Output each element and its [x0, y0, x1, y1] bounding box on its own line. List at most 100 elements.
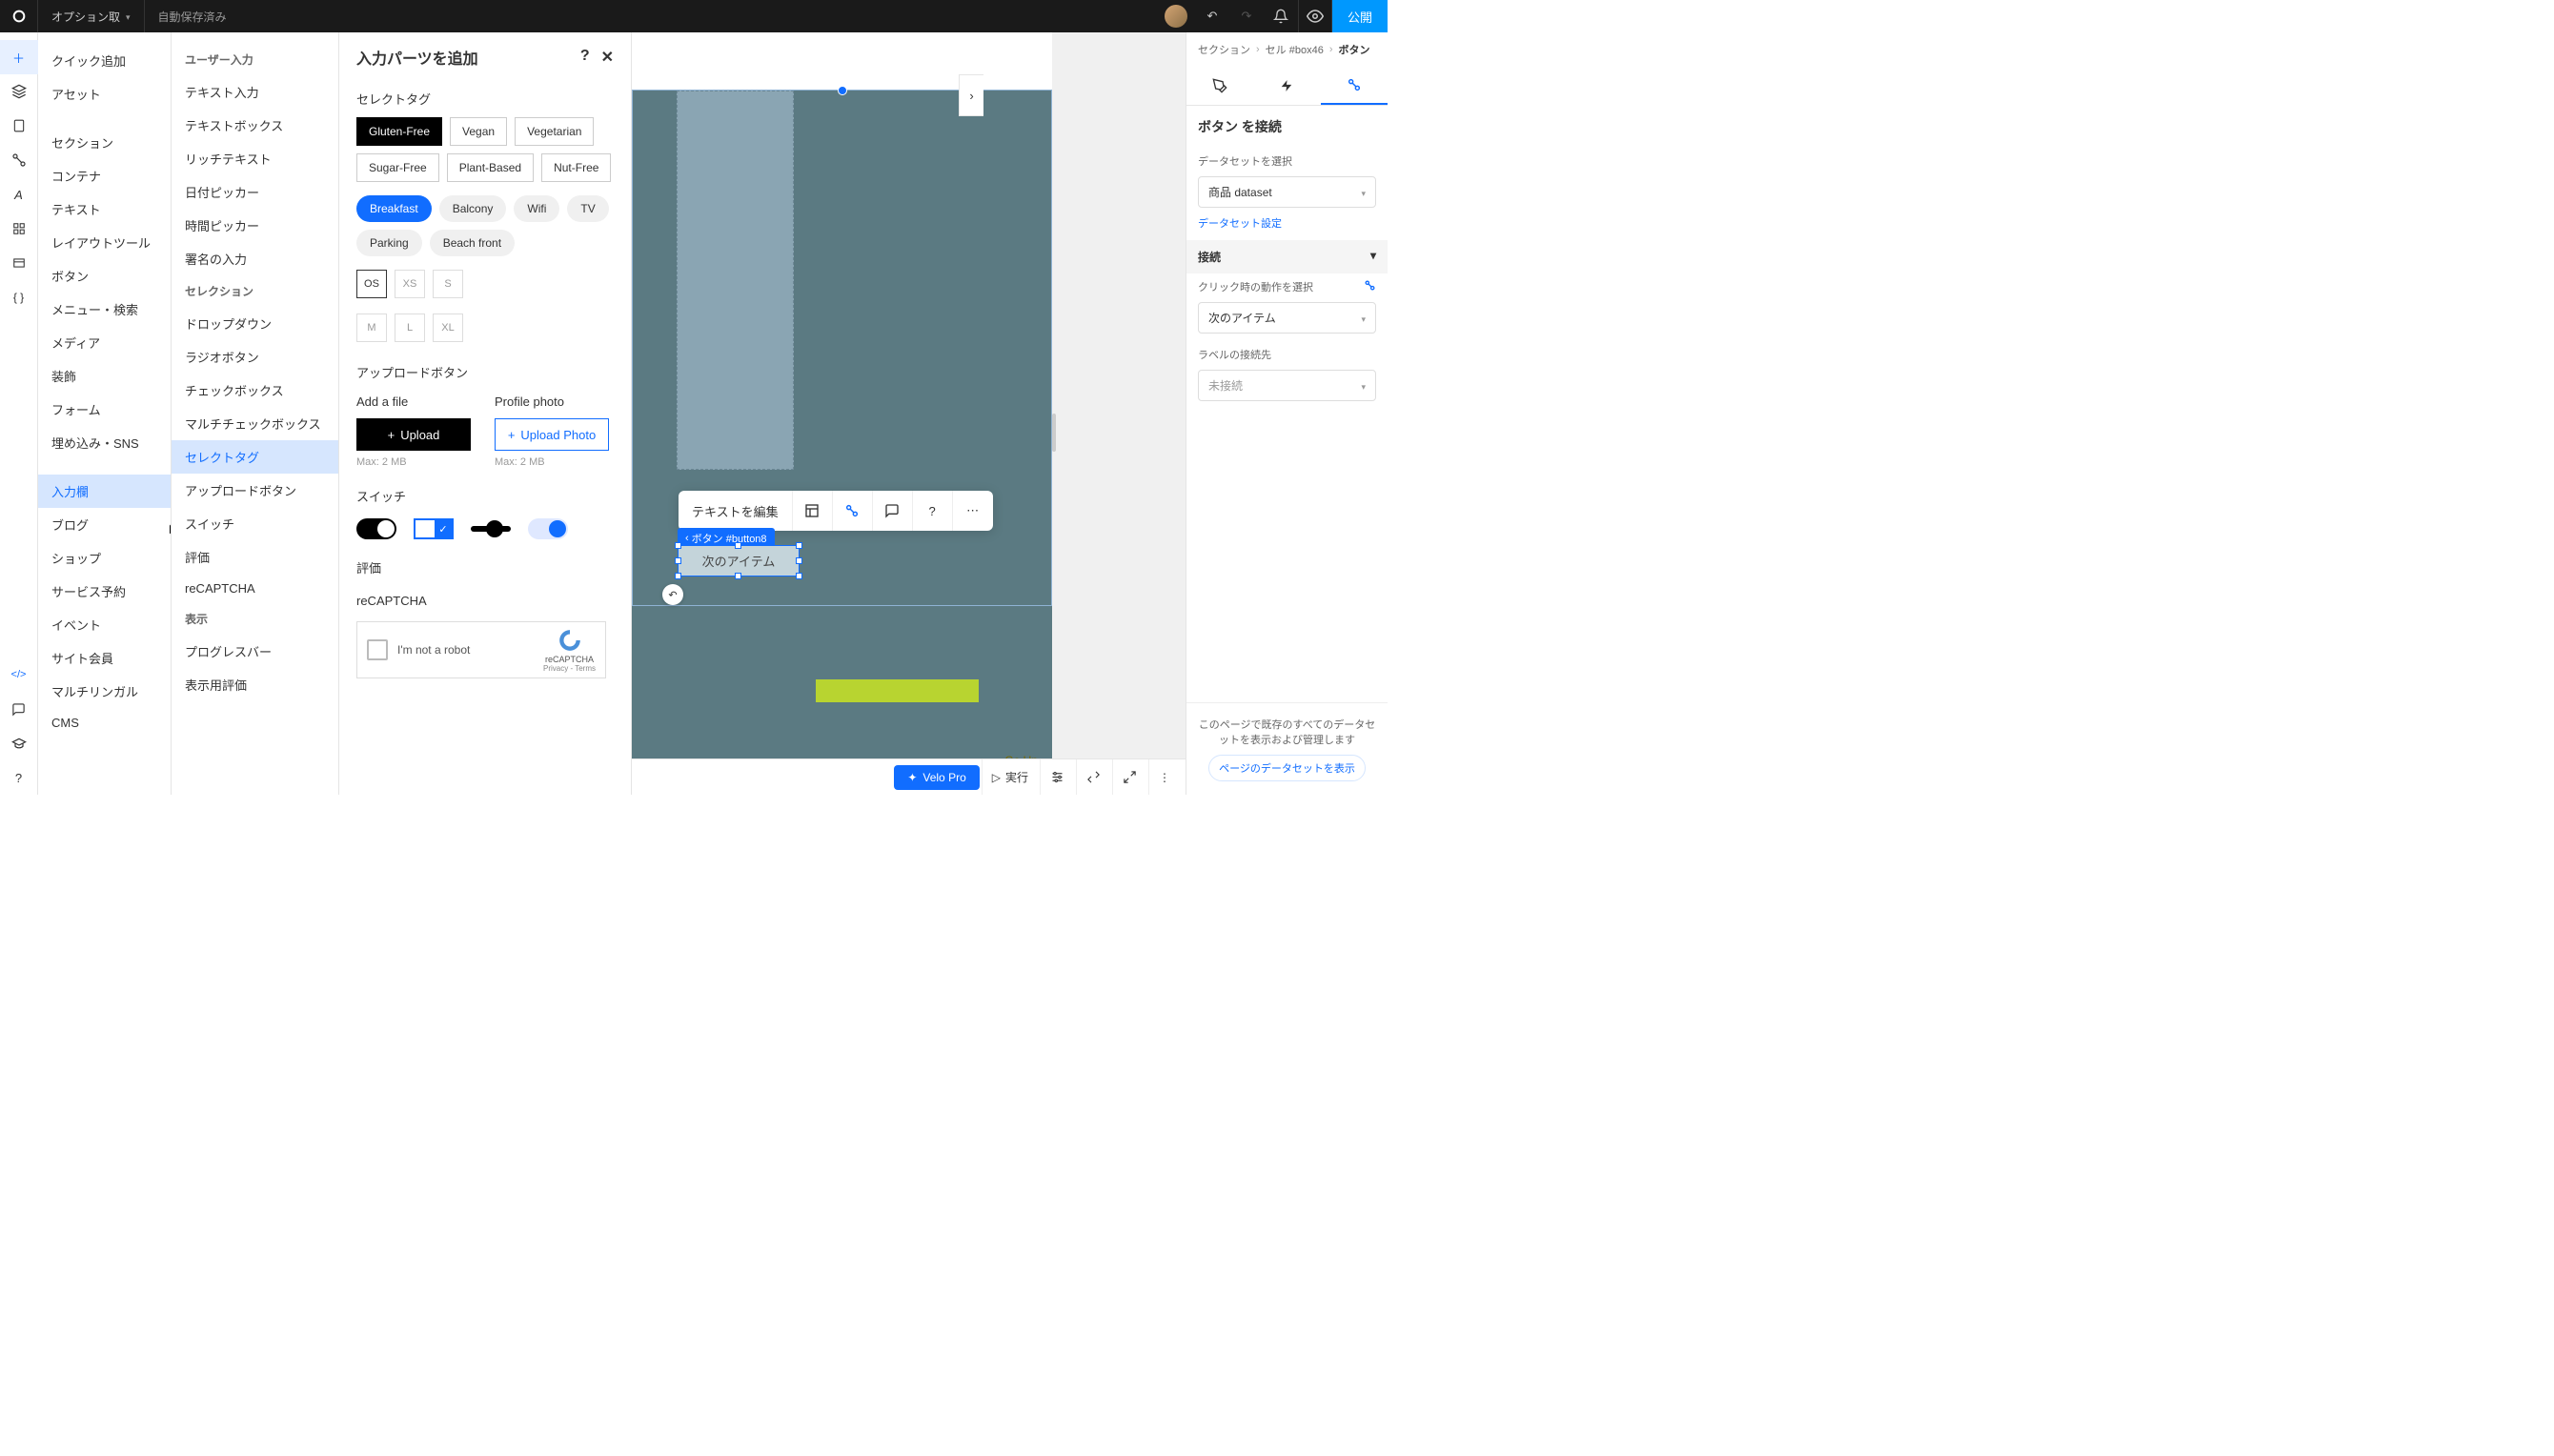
category-item[interactable]: イベント — [38, 608, 171, 641]
size-tag[interactable]: S — [433, 270, 463, 298]
category-item[interactable]: メディア — [38, 326, 171, 359]
switch-style-1[interactable] — [356, 518, 396, 539]
category-item[interactable]: メニュー・検索 — [38, 293, 171, 326]
size-tag[interactable]: M — [356, 313, 387, 342]
subcategory-item[interactable]: ドロップダウン — [172, 307, 338, 340]
connection-accordion[interactable]: 接続 ▾ — [1186, 240, 1388, 273]
rail-comment-icon[interactable] — [0, 692, 38, 726]
upload-photo-button[interactable]: + Upload Photo — [495, 418, 609, 451]
size-tag[interactable]: XS — [395, 270, 425, 298]
switch-style-2[interactable]: ✓ — [414, 518, 454, 539]
category-item[interactable]: CMS — [38, 708, 171, 738]
category-item[interactable]: テキスト — [38, 192, 171, 226]
select-tag[interactable]: Plant-Based — [447, 153, 534, 182]
category-item[interactable]: ブログ — [38, 508, 171, 541]
dataset-select[interactable]: 商品 dataset — [1198, 176, 1376, 208]
collapse-right-panel[interactable]: › — [959, 74, 983, 116]
rail-add-icon[interactable]: ＋ — [0, 40, 38, 74]
help-icon[interactable]: ? — [580, 48, 590, 67]
size-tag[interactable]: L — [395, 313, 425, 342]
switch-style-4[interactable] — [528, 518, 568, 539]
undo-circle-icon[interactable]: ↶ — [662, 584, 683, 605]
select-tag[interactable]: Vegetarian — [515, 117, 594, 146]
redo-icon[interactable]: ↷ — [1229, 0, 1264, 32]
switch-style-3[interactable] — [471, 526, 511, 532]
eye-icon[interactable] — [1298, 0, 1332, 32]
upload-file-button[interactable]: + Upload — [356, 418, 471, 451]
rail-learn-icon[interactable] — [0, 726, 38, 760]
selected-button-element[interactable]: 次のアイテム — [678, 545, 800, 576]
select-pill[interactable]: TV — [567, 195, 608, 222]
velo-pro-button[interactable]: ✦ Velo Pro — [894, 765, 979, 790]
size-tag[interactable]: OS — [356, 270, 387, 298]
category-item[interactable]: 入力欄 — [38, 475, 171, 508]
show-page-datasets-link[interactable]: ページのデータセットを表示 — [1208, 755, 1366, 781]
rail-data-icon[interactable] — [0, 246, 38, 280]
category-item[interactable]: ボタン — [38, 259, 171, 293]
logo-icon[interactable] — [0, 0, 38, 32]
select-pill[interactable]: Beach front — [430, 230, 515, 256]
breadcrumb-item[interactable]: セクション — [1198, 42, 1250, 57]
tab-animation-icon[interactable] — [1253, 67, 1320, 105]
option-dropdown[interactable]: オプション取 — [38, 0, 145, 32]
avatar[interactable] — [1165, 5, 1187, 28]
lime-element[interactable] — [816, 679, 979, 702]
select-pill[interactable]: Wifi — [514, 195, 559, 222]
comment-icon[interactable] — [873, 491, 913, 531]
select-pill[interactable]: Breakfast — [356, 195, 432, 222]
run-button[interactable]: ▷ 実行 — [982, 759, 1038, 795]
category-item[interactable]: セクション — [38, 126, 171, 159]
category-item[interactable]: マルチリンガル — [38, 675, 171, 708]
size-tag[interactable]: XL — [433, 313, 463, 342]
bell-icon[interactable] — [1264, 0, 1298, 32]
category-item[interactable]: アセット — [38, 77, 171, 111]
recaptcha-checkbox[interactable] — [367, 639, 388, 660]
rail-page-icon[interactable] — [0, 109, 38, 143]
close-icon[interactable]: ✕ — [601, 48, 614, 67]
tab-connect-icon[interactable] — [1321, 67, 1388, 105]
help-icon[interactable]: ? — [913, 491, 953, 531]
connect-small-icon[interactable] — [1364, 279, 1376, 294]
undo-icon[interactable]: ↶ — [1195, 0, 1229, 32]
category-item[interactable]: サイト会員 — [38, 641, 171, 675]
rail-dev-icon[interactable]: </> — [0, 657, 38, 692]
rail-layers-icon[interactable] — [0, 74, 38, 109]
select-pill[interactable]: Balcony — [439, 195, 507, 222]
subcategory-item[interactable]: アップロードボタン — [172, 474, 338, 507]
subcategory-item[interactable]: セレクトタグ — [172, 440, 338, 474]
rail-connect-icon[interactable] — [0, 143, 38, 177]
category-item[interactable]: 埋め込み・SNS — [38, 426, 171, 459]
dock-settings-icon[interactable] — [1040, 759, 1074, 795]
canvas-column[interactable] — [677, 91, 794, 470]
subcategory-item[interactable]: ラジオボタン — [172, 340, 338, 374]
click-action-select[interactable]: 次のアイテム — [1198, 302, 1376, 334]
dock-more-icon[interactable]: ⋮ — [1148, 759, 1180, 795]
rail-code-icon[interactable]: { } — [0, 280, 38, 314]
recaptcha-widget[interactable]: I'm not a robot reCAPTCHA Privacy - Term… — [356, 621, 606, 678]
select-pill[interactable]: Parking — [356, 230, 422, 256]
subcategory-item[interactable]: 署名の入力 — [172, 242, 338, 275]
subcategory-item[interactable]: プログレスバー — [172, 635, 338, 668]
category-item[interactable]: ショップ — [38, 541, 171, 575]
layout-icon[interactable] — [793, 491, 833, 531]
subcategory-item[interactable]: スイッチ — [172, 507, 338, 540]
tab-design-icon[interactable] — [1186, 67, 1253, 105]
subcategory-item[interactable]: マルチチェックボックス — [172, 407, 338, 440]
select-tag[interactable]: Nut-Free — [541, 153, 611, 182]
subcategory-item[interactable]: 表示用評価 — [172, 668, 338, 701]
select-tag[interactable]: Gluten-Free — [356, 117, 442, 146]
rail-grid-icon[interactable] — [0, 212, 38, 246]
subcategory-item[interactable]: 日付ピッカー — [172, 175, 338, 209]
category-item[interactable]: フォーム — [38, 393, 171, 426]
subcategory-item[interactable]: 評価 — [172, 540, 338, 574]
dock-expand-icon[interactable] — [1112, 759, 1146, 795]
dataset-settings-link[interactable]: データセット設定 — [1186, 215, 1388, 240]
canvas-area[interactable]: テキストを編集 ? ⋯ ‹ ボタン #button8 次のアイテム — [632, 32, 1186, 795]
connect-icon[interactable] — [833, 491, 873, 531]
dock-refresh-icon[interactable] — [1076, 759, 1110, 795]
more-icon[interactable]: ⋯ — [953, 491, 993, 531]
resize-handle[interactable] — [838, 86, 847, 95]
category-item[interactable]: レイアウトツール — [38, 226, 171, 259]
category-item[interactable]: コンテナ — [38, 159, 171, 192]
subcategory-item[interactable]: 時間ピッカー — [172, 209, 338, 242]
